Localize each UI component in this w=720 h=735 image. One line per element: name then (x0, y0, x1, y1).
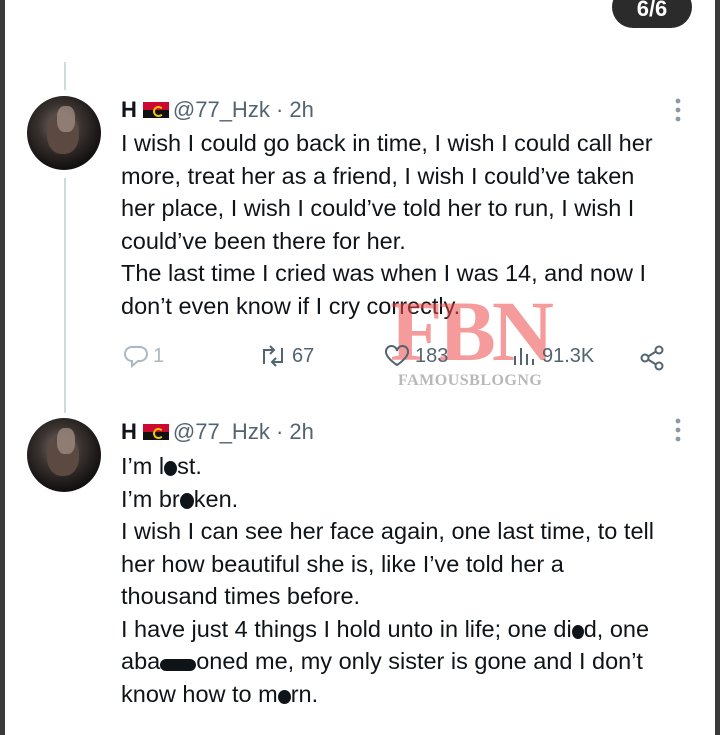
tweet-line: The last time I cried was when I was 14,… (121, 260, 647, 286)
media-counter[interactable]: 6/6 (612, 0, 692, 28)
handle[interactable]: @77_Hzk (173, 419, 270, 444)
display-name[interactable]: H (121, 97, 137, 122)
display-name[interactable]: H (121, 419, 137, 444)
views-button[interactable]: 91.3K (510, 344, 594, 368)
handle[interactable]: @77_Hzk (173, 97, 270, 122)
like-count: 183 (415, 344, 449, 367)
redaction-blot (164, 461, 178, 476)
tweet-header: H @77_Hzk · 2h (121, 97, 314, 123)
retweet-icon (263, 345, 283, 367)
timestamp[interactable]: 2h (289, 97, 313, 122)
tweet-actions: 1 67 183 91.3K (0, 340, 720, 380)
retweet-count: 67 (292, 344, 315, 367)
share-button[interactable] (638, 344, 670, 372)
timestamp[interactable]: 2h (289, 419, 313, 444)
retweet-button[interactable]: 67 (258, 344, 314, 368)
separator: · (275, 97, 284, 122)
heart-icon (385, 345, 409, 367)
redaction-blot (571, 624, 584, 639)
more-options-icon[interactable] (673, 98, 683, 122)
reply-button[interactable]: 1 (123, 344, 164, 368)
tweet-line: don’t even know if I cry correctly. (121, 292, 461, 319)
tweet-line: more, treat her as a friend, I wish I co… (121, 162, 635, 189)
tweet-line: I have just 4 things I hold unto in life… (121, 615, 650, 642)
tweet-line: I wish I could go back in time, I wish I… (121, 130, 653, 156)
tweet-line: I’m l st. (121, 453, 202, 479)
reply-icon (124, 346, 148, 368)
share-icon (640, 345, 664, 371)
tweet-line: I’m br ken. (121, 485, 239, 512)
avatar[interactable] (27, 418, 101, 492)
like-button[interactable]: 183 (383, 344, 448, 368)
redaction-blot (179, 492, 194, 509)
view-count: 91.3K (542, 344, 595, 367)
tweet-line: could’ve been there for her. (121, 227, 406, 254)
separator: · (275, 419, 284, 444)
tweet-line: her how beautiful she is, like I’ve told… (121, 550, 564, 577)
thread-line (64, 62, 66, 90)
tweet-line: her place, I wish I could’ve told her to… (121, 195, 635, 221)
angola-flag-icon (142, 424, 169, 440)
reply-count: 1 (153, 344, 165, 367)
angola-flag-icon (142, 102, 169, 118)
tweet-line: thousand times before. (121, 583, 361, 609)
avatar[interactable] (27, 96, 101, 170)
more-options-icon[interactable] (673, 418, 683, 442)
tweet-line: know how to m rn. (121, 680, 319, 707)
redaction-blot (160, 659, 197, 671)
redaction-blot (277, 689, 291, 704)
analytics-icon (514, 348, 534, 365)
tweet-line: aba oned me, my only sister is gone and I… (121, 648, 643, 674)
tweet-header: H @77_Hzk · 2h (121, 419, 314, 445)
tweet-line: I wish I can see her face again, one las… (121, 518, 654, 544)
tweet-text: I wish I could go back in time, I wish I… (121, 127, 701, 322)
tweet-text: I’m l st. I’m br ken. I wish I can see her… (121, 450, 701, 710)
